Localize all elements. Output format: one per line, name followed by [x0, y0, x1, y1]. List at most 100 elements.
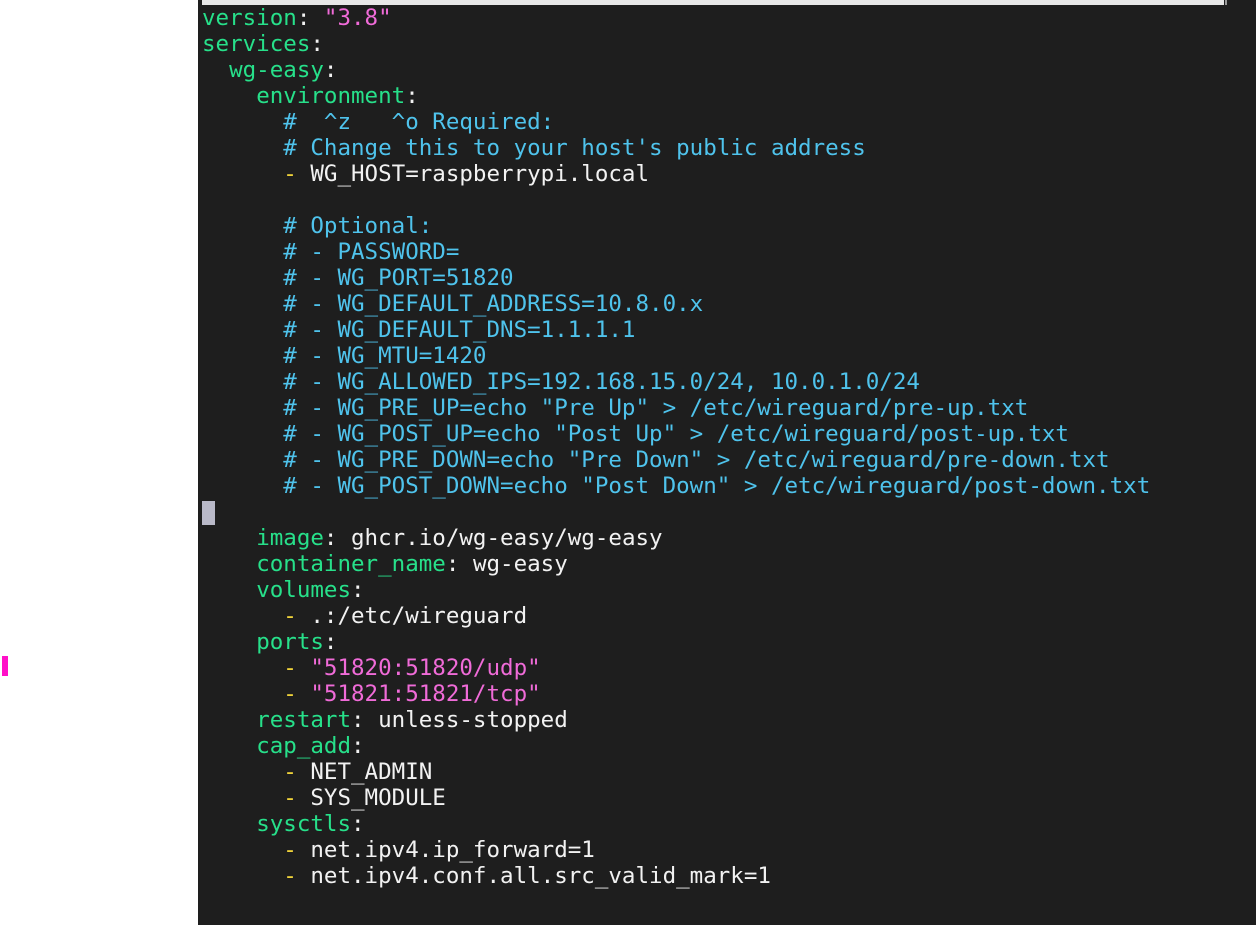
code-token: - [283, 655, 311, 681]
code-line[interactable]: - "51820:51820/udp" [202, 655, 1256, 681]
code-token: : [445, 551, 473, 577]
code-line[interactable]: # - WG_PRE_DOWN=echo "Pre Down" > /etc/w… [202, 447, 1256, 473]
code-token: # - WG_PORT=51820 [283, 265, 514, 291]
code-line[interactable]: # - WG_DEFAULT_DNS=1.1.1.1 [202, 317, 1256, 343]
code-line[interactable]: # - WG_DEFAULT_ADDRESS=10.8.0.x [202, 291, 1256, 317]
code-token: - [283, 759, 311, 785]
terminal-editor-window: version: "3.8" services: wg-easy: environ… [198, 0, 1256, 925]
code-token: NET_ADMIN [310, 759, 433, 785]
code-token: # - PASSWORD= [283, 239, 460, 265]
code-token: restart [256, 707, 352, 733]
code-token: version [202, 5, 297, 31]
code-line[interactable]: services: [202, 31, 1256, 57]
code-token: wg-easy [472, 551, 568, 577]
code-line[interactable]: restart: unless-stopped [202, 707, 1256, 733]
code-line[interactable]: container_name: wg-easy [202, 551, 1256, 577]
code-token: : [323, 525, 352, 551]
code-line[interactable] [202, 187, 1256, 213]
code-editor-area[interactable]: version: "3.8" services: wg-easy: environ… [202, 5, 1256, 925]
code-line[interactable]: ports: [202, 629, 1256, 655]
code-token: # ^z ^o Required: [283, 109, 555, 135]
code-line[interactable]: cap_add: [202, 733, 1256, 759]
code-token: : [405, 83, 419, 109]
code-token: # - WG_MTU=1420 [283, 343, 487, 369]
code-token: "3.8" [323, 5, 392, 31]
code-line[interactable]: sysctls: [202, 811, 1256, 837]
code-line[interactable]: wg-easy: [202, 57, 1256, 83]
code-line[interactable]: # - WG_MTU=1420 [202, 343, 1256, 369]
code-line[interactable]: - net.ipv4.ip_forward=1 [202, 837, 1256, 863]
code-token: : [351, 811, 365, 837]
code-line[interactable]: image: ghcr.io/wg-easy/wg-easy [202, 525, 1256, 551]
code-token: : [351, 577, 365, 603]
code-line[interactable]: - .:/etc/wireguard [202, 603, 1256, 629]
code-token: - [283, 863, 311, 889]
code-token: # Change this to your host's public addr… [283, 135, 866, 161]
code-token: # - WG_PRE_DOWN=echo "Pre Down" > /etc/w… [283, 447, 1110, 473]
code-line[interactable]: # - WG_POST_DOWN=echo "Post Down" > /etc… [202, 473, 1256, 499]
code-token: "51820:51820/udp" [310, 655, 541, 681]
code-token: SYS_MODULE [310, 785, 446, 811]
code-line[interactable]: # - WG_PORT=51820 [202, 265, 1256, 291]
code-token: # - WG_POST_UP=echo "Post Up" > /etc/wir… [283, 421, 1069, 447]
code-line[interactable]: # Optional: [202, 213, 1256, 239]
code-line[interactable]: - SYS_MODULE [202, 785, 1256, 811]
text-cursor [202, 500, 215, 525]
code-line[interactable]: - WG_HOST=raspberrypi.local [202, 161, 1256, 187]
code-line[interactable]: - NET_ADMIN [202, 759, 1256, 785]
code-token: : [296, 5, 324, 31]
code-line[interactable]: # - WG_ALLOWED_IPS=192.168.15.0/24, 10.0… [202, 369, 1256, 395]
code-line[interactable]: environment: [202, 83, 1256, 109]
code-line[interactable]: # Change this to your host's public addr… [202, 135, 1256, 161]
code-line[interactable] [202, 499, 1256, 525]
code-token: # Optional: [283, 213, 433, 239]
code-line[interactable]: - "51821:51821/tcp" [202, 681, 1256, 707]
code-token: - [283, 603, 311, 629]
code-line[interactable]: # - PASSWORD= [202, 239, 1256, 265]
code-line[interactable]: # - WG_POST_UP=echo "Post Up" > /etc/wir… [202, 421, 1256, 447]
code-token: ghcr.io/wg-easy/wg-easy [351, 525, 663, 551]
code-token: unless-stopped [378, 707, 568, 733]
code-token: : [323, 57, 338, 83]
code-token: - [283, 161, 311, 187]
code-line[interactable]: # ^z ^o Required: [202, 109, 1256, 135]
code-token: : [351, 733, 365, 759]
code-line[interactable]: version: "3.8" [202, 5, 1256, 31]
code-line[interactable]: volumes: [202, 577, 1256, 603]
code-token: image [256, 525, 324, 551]
code-token: environment [256, 83, 406, 109]
code-line[interactable]: # - WG_PRE_UP=echo "Pre Up" > /etc/wireg… [202, 395, 1256, 421]
code-token: # - WG_DEFAULT_DNS=1.1.1.1 [283, 317, 636, 343]
code-token: - [283, 681, 311, 707]
code-line[interactable]: - net.ipv4.conf.all.src_valid_mark=1 [202, 863, 1256, 889]
code-token: : [323, 629, 338, 655]
code-token: .:/etc/wireguard [310, 603, 528, 629]
code-token: ports [256, 629, 324, 655]
code-token: # - WG_PRE_UP=echo "Pre Up" > /etc/wireg… [283, 395, 1029, 421]
code-token: WG_HOST=raspberrypi.local [310, 161, 650, 187]
